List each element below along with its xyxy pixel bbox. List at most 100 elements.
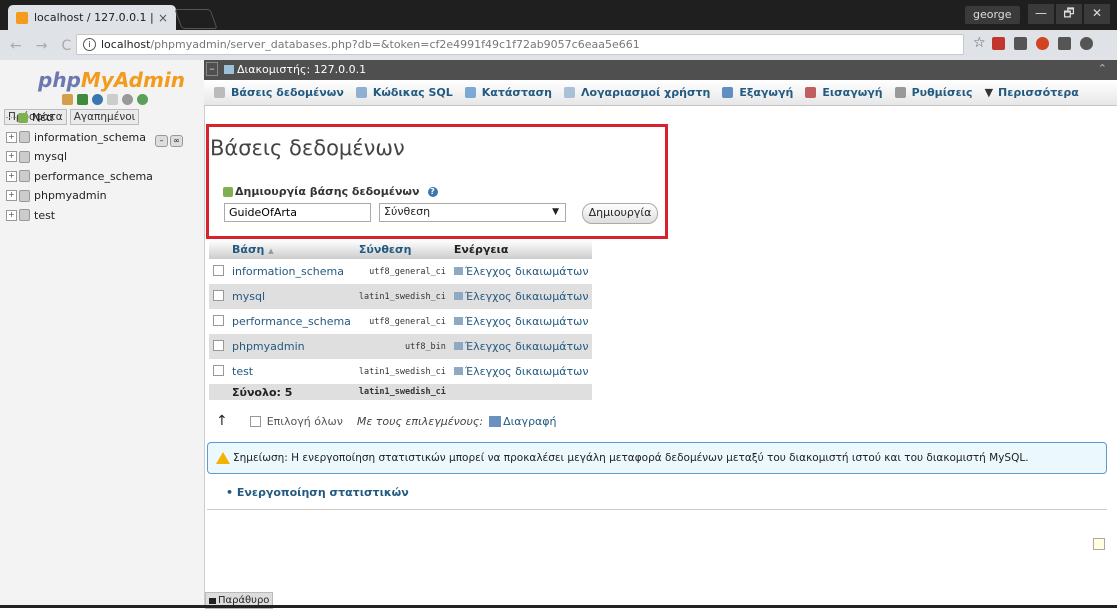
users-icon bbox=[563, 87, 575, 98]
table-row: test latin1_swedish_ci Έλεγχος δικαιωμάτ… bbox=[209, 359, 593, 384]
new-tab-button[interactable] bbox=[174, 9, 218, 29]
tree-item-database[interactable]: + performance_schema bbox=[6, 167, 153, 187]
check-privileges-link[interactable]: Έλεγχος δικαιωμάτων bbox=[449, 359, 593, 384]
restore-button[interactable]: 🗗 bbox=[1056, 4, 1082, 24]
expand-icon[interactable]: + bbox=[6, 151, 17, 163]
column-header-database[interactable]: Βάση ▲ bbox=[228, 240, 355, 259]
select-all-label[interactable]: Επιλογή όλων bbox=[267, 415, 343, 428]
tab-user-accounts[interactable]: Λογαριασμοί χρήστη bbox=[563, 86, 710, 99]
statistics-notice: Σημείωση: Η ενεργοποίηση στατιστικών μπο… bbox=[207, 442, 1107, 474]
row-checkbox[interactable] bbox=[213, 264, 224, 276]
tree-item-database[interactable]: + information_schema bbox=[6, 128, 153, 148]
delete-icon[interactable] bbox=[489, 415, 502, 427]
tab-title: localhost / 127.0.0.1 | ph bbox=[34, 11, 156, 24]
help-icon[interactable] bbox=[92, 94, 103, 105]
check-privileges-link[interactable]: Έλεγχος δικαιωμάτων bbox=[449, 334, 593, 359]
table-row: phpmyadmin utf8_bin Έλεγχος δικαιωμάτων bbox=[209, 334, 593, 359]
check-privileges-link[interactable]: Έλεγχος δικαιωμάτων bbox=[449, 284, 593, 309]
collapse-topmenu-icon[interactable]: ⌃ bbox=[1098, 62, 1107, 75]
tab-databases[interactable]: Βάσεις δεδομένων bbox=[214, 86, 344, 99]
database-link[interactable]: phpmyadmin bbox=[228, 334, 355, 359]
minimize-button[interactable]: — bbox=[1028, 4, 1054, 24]
row-checkbox[interactable] bbox=[213, 314, 224, 326]
toggle-nav-icon[interactable]: – bbox=[206, 62, 218, 76]
tree-item-database[interactable]: + test bbox=[6, 206, 153, 226]
bulk-actions: ↑ Επιλογή όλων Με τους επιλεγμένους: Δια… bbox=[216, 413, 557, 429]
docs-icon[interactable] bbox=[107, 94, 118, 105]
url-host: localhost bbox=[101, 38, 151, 51]
collation-cell: latin1_swedish_ci bbox=[354, 359, 450, 384]
row-checkbox[interactable] bbox=[213, 364, 224, 376]
collapse-all-icon[interactable]: – bbox=[155, 135, 168, 147]
column-header-collation[interactable]: Σύνθεση bbox=[354, 240, 450, 259]
expand-icon[interactable]: + bbox=[6, 131, 17, 143]
extension-1-icon[interactable] bbox=[992, 37, 1005, 50]
close-tab-icon[interactable]: × bbox=[156, 11, 170, 25]
database-link[interactable]: performance_schema bbox=[228, 309, 355, 334]
wrench-icon bbox=[894, 87, 906, 98]
server-link[interactable]: Διακομιστής: 127.0.0.1 bbox=[237, 63, 366, 76]
total-row: Σύνολο: 5 latin1_swedish_ci bbox=[209, 384, 593, 400]
close-window-button[interactable]: ✕ bbox=[1084, 4, 1110, 24]
nav-buttons[interactable]: ←→C bbox=[10, 38, 85, 54]
address-bar[interactable]: i localhost /phpmyadmin/server_databases… bbox=[76, 34, 964, 55]
logout-icon[interactable] bbox=[77, 94, 88, 105]
expand-icon[interactable]: + bbox=[6, 209, 17, 221]
collation-cell: utf8_bin bbox=[354, 334, 450, 359]
privileges-icon bbox=[453, 267, 463, 275]
expand-icon[interactable]: + bbox=[6, 170, 17, 182]
column-header-action: Ενέργεια bbox=[449, 240, 593, 259]
bookmark-star-icon[interactable]: ☆ bbox=[973, 35, 986, 51]
extension-4-icon[interactable] bbox=[1058, 37, 1071, 50]
tab-export[interactable]: Εξαγωγή bbox=[722, 86, 793, 99]
tree-item-new[interactable]: Νέα bbox=[6, 108, 153, 128]
extension-2-icon[interactable] bbox=[1014, 37, 1027, 50]
link-icon[interactable]: ∞ bbox=[170, 135, 183, 147]
table-row: mysql latin1_swedish_ci Έλεγχος δικαιωμά… bbox=[209, 284, 593, 309]
privileges-icon bbox=[453, 292, 463, 300]
database-link[interactable]: mysql bbox=[228, 284, 355, 309]
phpmyadmin-logo[interactable]: phpMyAdmin bbox=[38, 68, 185, 92]
table-row: information_schema utf8_general_ci Έλεγχ… bbox=[209, 259, 593, 284]
import-icon bbox=[805, 87, 817, 98]
profile-user-label[interactable]: george bbox=[965, 6, 1020, 24]
privileges-icon bbox=[453, 317, 463, 325]
tab-sql[interactable]: Κώδικας SQL bbox=[355, 86, 453, 99]
help-icon[interactable]: ? bbox=[427, 186, 438, 197]
row-checkbox[interactable] bbox=[213, 339, 224, 351]
row-checkbox[interactable] bbox=[213, 289, 224, 301]
home-icon[interactable] bbox=[62, 94, 73, 105]
tree-item-database[interactable]: + mysql bbox=[6, 147, 153, 167]
check-privileges-link[interactable]: Έλεγχος δικαιωμάτων bbox=[449, 259, 593, 284]
create-database-button[interactable]: Δημιουργία bbox=[582, 203, 658, 224]
reload-icon[interactable] bbox=[137, 94, 148, 105]
enable-statistics-link[interactable]: • Ενεργοποίηση στατιστικών bbox=[226, 486, 409, 499]
delete-link[interactable]: Διαγραφή bbox=[503, 415, 556, 428]
tab-more[interactable]: ▼ Περισσότερα bbox=[985, 86, 1079, 99]
collation-cell: utf8_general_ci bbox=[354, 309, 450, 334]
new-database-icon bbox=[223, 186, 233, 197]
browser-tab[interactable]: localhost / 127.0.0.1 | ph × bbox=[8, 5, 176, 30]
database-name-input[interactable] bbox=[224, 203, 371, 222]
check-privileges-link[interactable]: Έλεγχος δικαιωμάτων bbox=[449, 309, 593, 334]
extension-5-icon[interactable] bbox=[1080, 37, 1093, 50]
database-link[interactable]: information_schema bbox=[228, 259, 355, 284]
tab-import[interactable]: Εισαγωγή bbox=[805, 86, 883, 99]
note-icon[interactable] bbox=[1093, 538, 1105, 550]
info-icon[interactable]: i bbox=[83, 38, 96, 51]
url-path: /phpmyadmin/server_databases.php?db=&tok… bbox=[150, 38, 640, 51]
page-title: Βάσεις δεδομένων bbox=[210, 136, 405, 160]
tab-status[interactable]: Κατάσταση bbox=[464, 86, 552, 99]
database-link[interactable]: test bbox=[228, 359, 355, 384]
settings-gear-icon[interactable] bbox=[122, 94, 133, 105]
dropdown-arrow-icon: ▼ bbox=[552, 207, 559, 217]
status-chart-icon bbox=[464, 87, 476, 98]
database-icon bbox=[19, 150, 30, 163]
expand-icon[interactable]: + bbox=[6, 190, 17, 202]
create-database-label: Δημιουργία βάσης δεδομένων ? bbox=[223, 185, 438, 198]
tab-settings[interactable]: Ρυθμίσεις bbox=[894, 86, 973, 99]
tree-item-database[interactable]: + phpmyadmin bbox=[6, 186, 153, 206]
select-all-checkbox[interactable] bbox=[249, 415, 261, 427]
collation-select[interactable]: Σύνθεση ▼ bbox=[379, 203, 566, 222]
extension-3-icon[interactable] bbox=[1036, 37, 1049, 50]
